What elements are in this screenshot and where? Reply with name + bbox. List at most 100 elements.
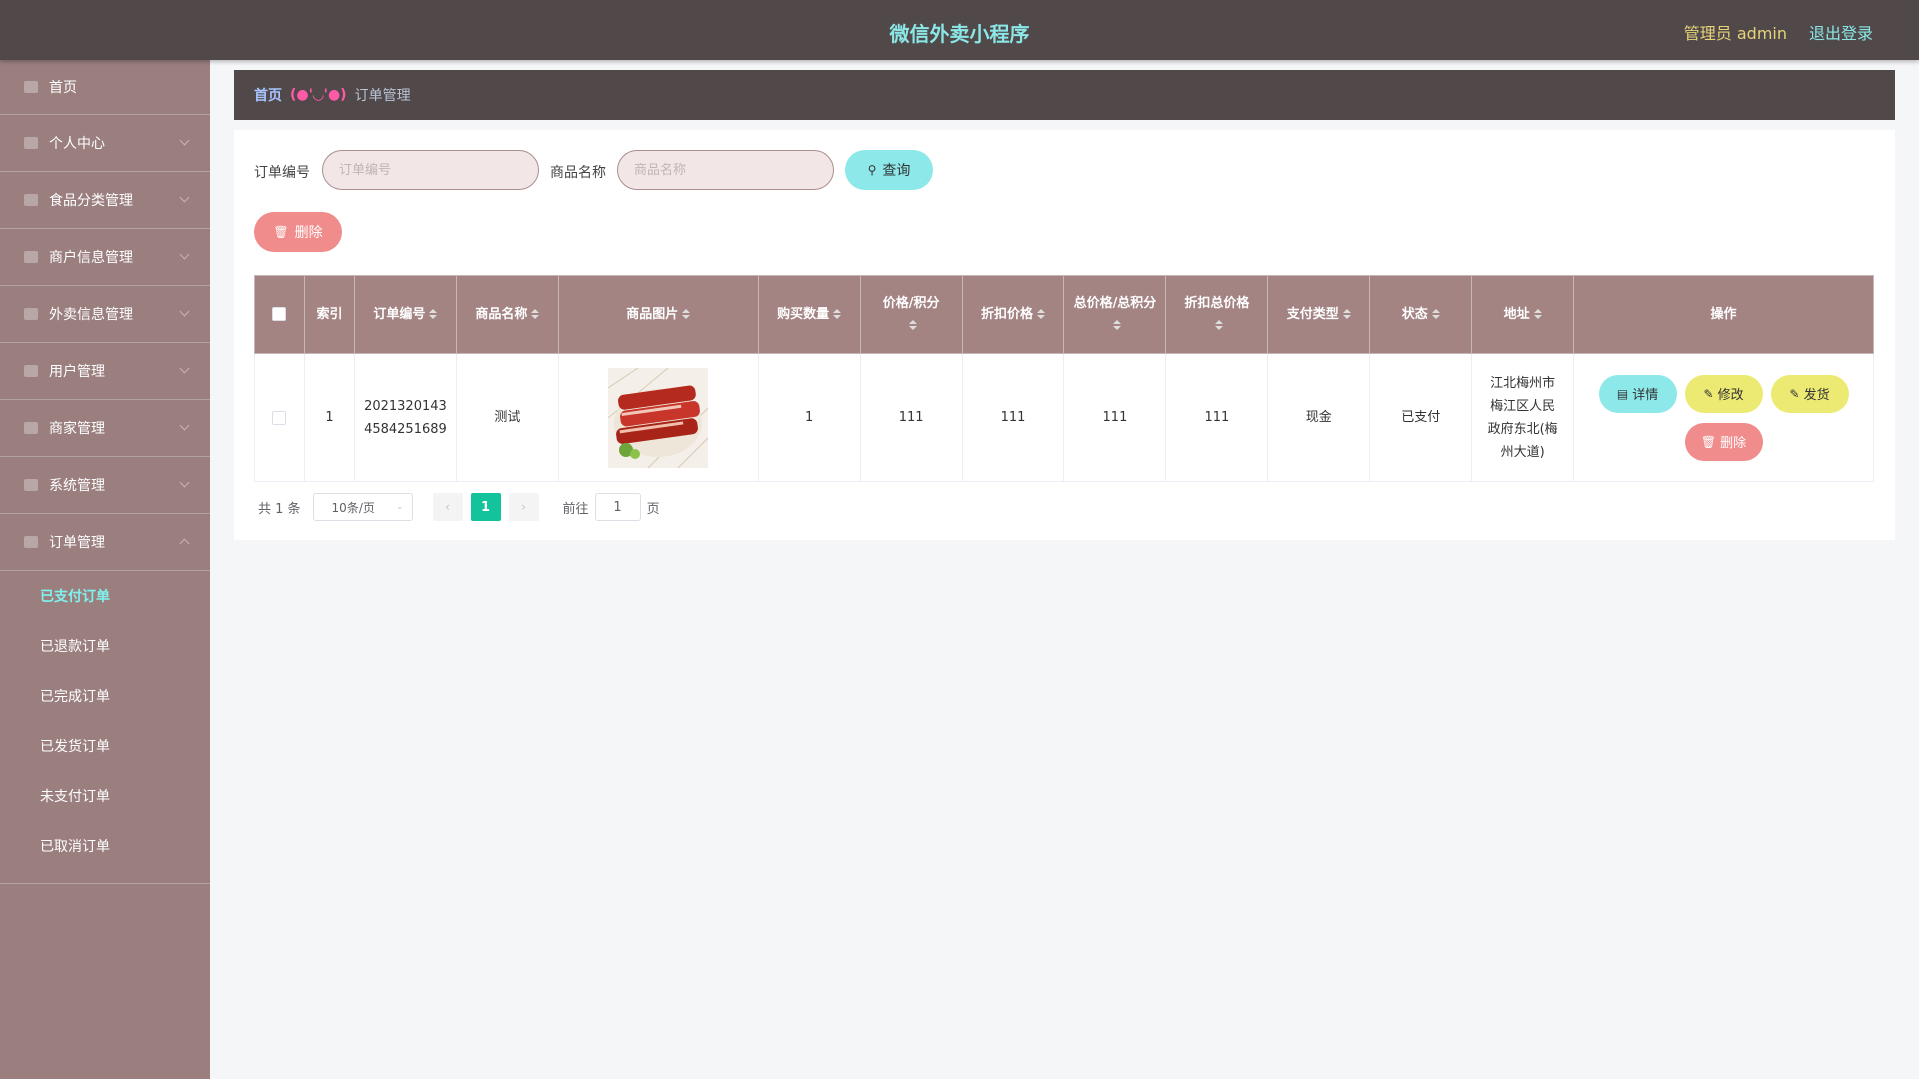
- sort-icon[interactable]: [1343, 309, 1351, 319]
- pencil-icon: ✎: [1703, 386, 1714, 401]
- product-name-input[interactable]: [617, 150, 834, 190]
- sidebar: 首页 个人中心 食品分类管理 商户信息管理 外卖信息管理 用户管理 商家管理 系…: [0, 60, 210, 1079]
- header-total-price[interactable]: 总价格/总积分: [1063, 275, 1167, 354]
- orders-table: 索引 订单编号 商品名称 商品图片 购买数量 价格/积分 折扣价格 总价格/总积…: [254, 275, 1874, 482]
- header-quantity[interactable]: 购买数量: [757, 275, 861, 354]
- main-panel: 订单编号 商品名称 ⚲ 查询 🗑 删除 索引 订单编号 商品名称 商品图片 购买…: [234, 130, 1895, 540]
- sidebar-item-label: 食品分类管理: [49, 193, 133, 209]
- sidebar-item-food-category[interactable]: 食品分类管理: [0, 172, 210, 229]
- order-no-label: 订单编号: [254, 165, 310, 181]
- header-discount-price[interactable]: 折扣价格: [961, 275, 1065, 354]
- header-address[interactable]: 地址: [1471, 275, 1575, 354]
- cell-status: 已支付: [1369, 353, 1473, 482]
- cell-actions: ▤ 详情 ✎ 修改 ✎ 发货 🗑 删除: [1573, 353, 1874, 482]
- cell-discount-price: 111: [961, 353, 1065, 482]
- submenu-item-cancelled-orders[interactable]: 已取消订单: [0, 821, 210, 871]
- app-title: 微信外卖小程序: [889, 22, 1030, 46]
- chevron-down-icon: [179, 306, 190, 317]
- sidebar-item-takeout-info[interactable]: 外卖信息管理: [0, 286, 210, 343]
- breadcrumb-current: 订单管理: [354, 88, 411, 104]
- row-select-cell[interactable]: [254, 353, 305, 482]
- logout-link[interactable]: 退出登录: [1809, 20, 1873, 44]
- total-count: 共 1 条: [258, 501, 301, 517]
- submenu-item-completed-orders[interactable]: 已完成订单: [0, 671, 210, 721]
- sidebar-item-merchant-info[interactable]: 商户信息管理: [0, 229, 210, 286]
- sort-icon[interactable]: [1534, 309, 1542, 319]
- sidebar-item-system[interactable]: 系统管理: [0, 457, 210, 514]
- submenu-item-unpaid-orders[interactable]: 未支付订单: [0, 771, 210, 821]
- sidebar-item-users[interactable]: 用户管理: [0, 343, 210, 400]
- sidebar-item-merchants[interactable]: 商家管理: [0, 400, 210, 457]
- header-index: 索引: [303, 275, 355, 354]
- cell-pay-type: 现金: [1267, 353, 1371, 482]
- document-icon: [24, 251, 38, 263]
- sidebar-item-label: 商户信息管理: [49, 250, 133, 266]
- pagination: 共 1 条 10条/页 ⌄ ‹ 1 › 前往 页: [258, 492, 660, 522]
- settings-icon: [24, 479, 38, 491]
- cell-discount-total: 111: [1165, 353, 1269, 482]
- table-header-row: 索引 订单编号 商品名称 商品图片 购买数量 价格/积分 折扣价格 总价格/总积…: [254, 275, 1874, 354]
- page-number-current[interactable]: 1: [470, 493, 501, 521]
- row-checkbox[interactable]: [272, 410, 287, 425]
- header-image[interactable]: 商品图片: [557, 275, 759, 354]
- breadcrumb-home[interactable]: 首页: [254, 85, 282, 105]
- page-size-select[interactable]: 10条/页 ⌄: [312, 493, 413, 521]
- header-discount-total[interactable]: 折扣总价格: [1165, 275, 1269, 354]
- cell-order-no: 2021320143 4584251689: [353, 353, 457, 482]
- sort-icon[interactable]: [429, 309, 437, 319]
- cell-index: 1: [303, 353, 355, 482]
- sort-icon[interactable]: [682, 309, 690, 319]
- product-name-label: 商品名称: [550, 165, 606, 181]
- search-icon: ⚲: [867, 163, 877, 177]
- chevron-down-icon: [179, 363, 190, 374]
- admin-label: 管理员 admin: [1683, 24, 1787, 43]
- cell-price: 111: [859, 353, 963, 482]
- sidebar-item-home[interactable]: 首页: [0, 60, 210, 115]
- submenu-item-refunded-orders[interactable]: 已退款订单: [0, 621, 210, 671]
- bulk-delete-label: 删除: [294, 225, 323, 241]
- bulk-delete-button[interactable]: 🗑 删除: [254, 212, 342, 252]
- chevron-down-icon: [179, 420, 190, 431]
- header-product[interactable]: 商品名称: [455, 275, 559, 354]
- chevron-down-icon: [179, 135, 190, 146]
- top-bar: 微信外卖小程序 管理员 admin 退出登录: [0, 0, 1919, 60]
- prev-page-button[interactable]: ‹: [432, 493, 463, 521]
- sidebar-item-label: 系统管理: [49, 478, 105, 494]
- list-icon: [24, 194, 38, 206]
- header-price[interactable]: 价格/积分: [859, 275, 963, 354]
- breadcrumb-separator: (●'◡'●): [290, 87, 347, 103]
- sort-icon[interactable]: [833, 309, 841, 319]
- sort-icon[interactable]: [909, 320, 917, 330]
- sort-icon[interactable]: [531, 309, 539, 319]
- sidebar-item-orders[interactable]: 订单管理: [0, 514, 210, 571]
- sort-icon[interactable]: [1215, 320, 1223, 330]
- sort-icon[interactable]: [1037, 309, 1045, 319]
- ship-button[interactable]: ✎ 发货: [1770, 374, 1849, 413]
- pencil-icon: ✎: [1789, 386, 1800, 401]
- submenu-item-paid-orders[interactable]: 已支付订单: [0, 571, 210, 621]
- cell-address: 江北梅州市 梅江区人民 政府东北(梅 州大道): [1471, 353, 1575, 482]
- next-page-button[interactable]: ›: [508, 493, 539, 521]
- query-button[interactable]: ⚲ 查询: [845, 150, 933, 190]
- order-no-input[interactable]: [322, 150, 539, 190]
- row-delete-button[interactable]: 🗑 删除: [1684, 422, 1763, 461]
- detail-button[interactable]: ▤ 详情: [1598, 374, 1677, 413]
- page-suffix: 页: [646, 501, 660, 517]
- edit-button[interactable]: ✎ 修改: [1684, 374, 1763, 413]
- sidebar-item-label: 用户管理: [49, 364, 105, 380]
- sort-icon[interactable]: [1432, 309, 1440, 319]
- header-order-no[interactable]: 订单编号: [353, 275, 457, 354]
- submenu-item-shipped-orders[interactable]: 已发货订单: [0, 721, 210, 771]
- sidebar-item-label: 个人中心: [49, 136, 105, 152]
- header-select-all[interactable]: [254, 275, 305, 354]
- header-status[interactable]: 状态: [1369, 275, 1473, 354]
- sidebar-item-personal-center[interactable]: 个人中心: [0, 115, 210, 172]
- goto-page-input[interactable]: [594, 493, 641, 521]
- select-all-checkbox[interactable]: [272, 307, 287, 321]
- orders-submenu: 已支付订单 已退款订单 已完成订单 已发货订单 未支付订单 已取消订单: [0, 571, 210, 884]
- header-pay-type[interactable]: 支付类型: [1267, 275, 1371, 354]
- home-icon: [24, 81, 38, 93]
- cell-total-price: 111: [1063, 353, 1167, 482]
- cell-image: [557, 353, 759, 482]
- sort-icon[interactable]: [1113, 320, 1121, 330]
